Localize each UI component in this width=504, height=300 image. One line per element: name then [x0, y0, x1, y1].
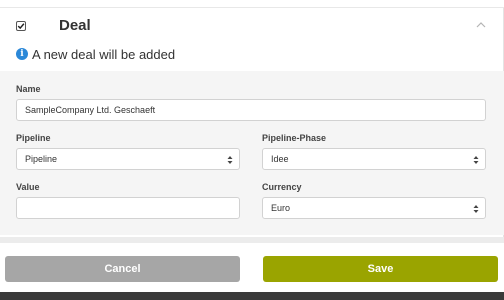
value-input[interactable] — [16, 197, 240, 219]
info-message: i A new deal will be added — [16, 46, 175, 62]
name-input-value: SampleCompany Ltd. Geschaeft — [25, 105, 156, 115]
deal-title: Deal — [59, 17, 91, 34]
currency-select-value: Euro — [271, 203, 291, 213]
cancel-button[interactable]: Cancel — [5, 256, 240, 282]
name-label: Name — [16, 84, 41, 94]
checkmark-icon — [17, 23, 25, 30]
save-button[interactable]: Save — [263, 256, 498, 282]
pipeline-select[interactable]: Pipeline — [16, 148, 240, 170]
background-overlay — [0, 292, 504, 300]
deal-panel: Deal i A new deal will be added Name Sam… — [0, 0, 504, 237]
select-arrows-icon — [473, 156, 479, 164]
select-arrows-icon — [227, 156, 233, 164]
select-arrows-icon — [473, 205, 479, 213]
deal-header[interactable]: Deal — [0, 14, 504, 38]
currency-label: Currency — [262, 182, 302, 192]
currency-select[interactable]: Euro — [262, 197, 486, 219]
info-icon: i — [16, 48, 28, 60]
chevron-up-icon[interactable] — [475, 20, 487, 30]
phase-select[interactable]: Idee — [262, 148, 486, 170]
phase-label: Pipeline-Phase — [262, 133, 327, 143]
deal-checkbox[interactable] — [16, 21, 26, 31]
pipeline-label: Pipeline — [16, 133, 51, 143]
info-text: A new deal will be added — [32, 46, 176, 62]
panel-top-divider — [0, 0, 504, 8]
value-label: Value — [16, 182, 40, 192]
deal-form: Name SampleCompany Ltd. Geschaeft Pipeli… — [0, 71, 504, 235]
name-input[interactable]: SampleCompany Ltd. Geschaeft — [16, 99, 486, 121]
phase-select-value: Idee — [271, 154, 289, 164]
pipeline-select-value: Pipeline — [25, 154, 58, 164]
